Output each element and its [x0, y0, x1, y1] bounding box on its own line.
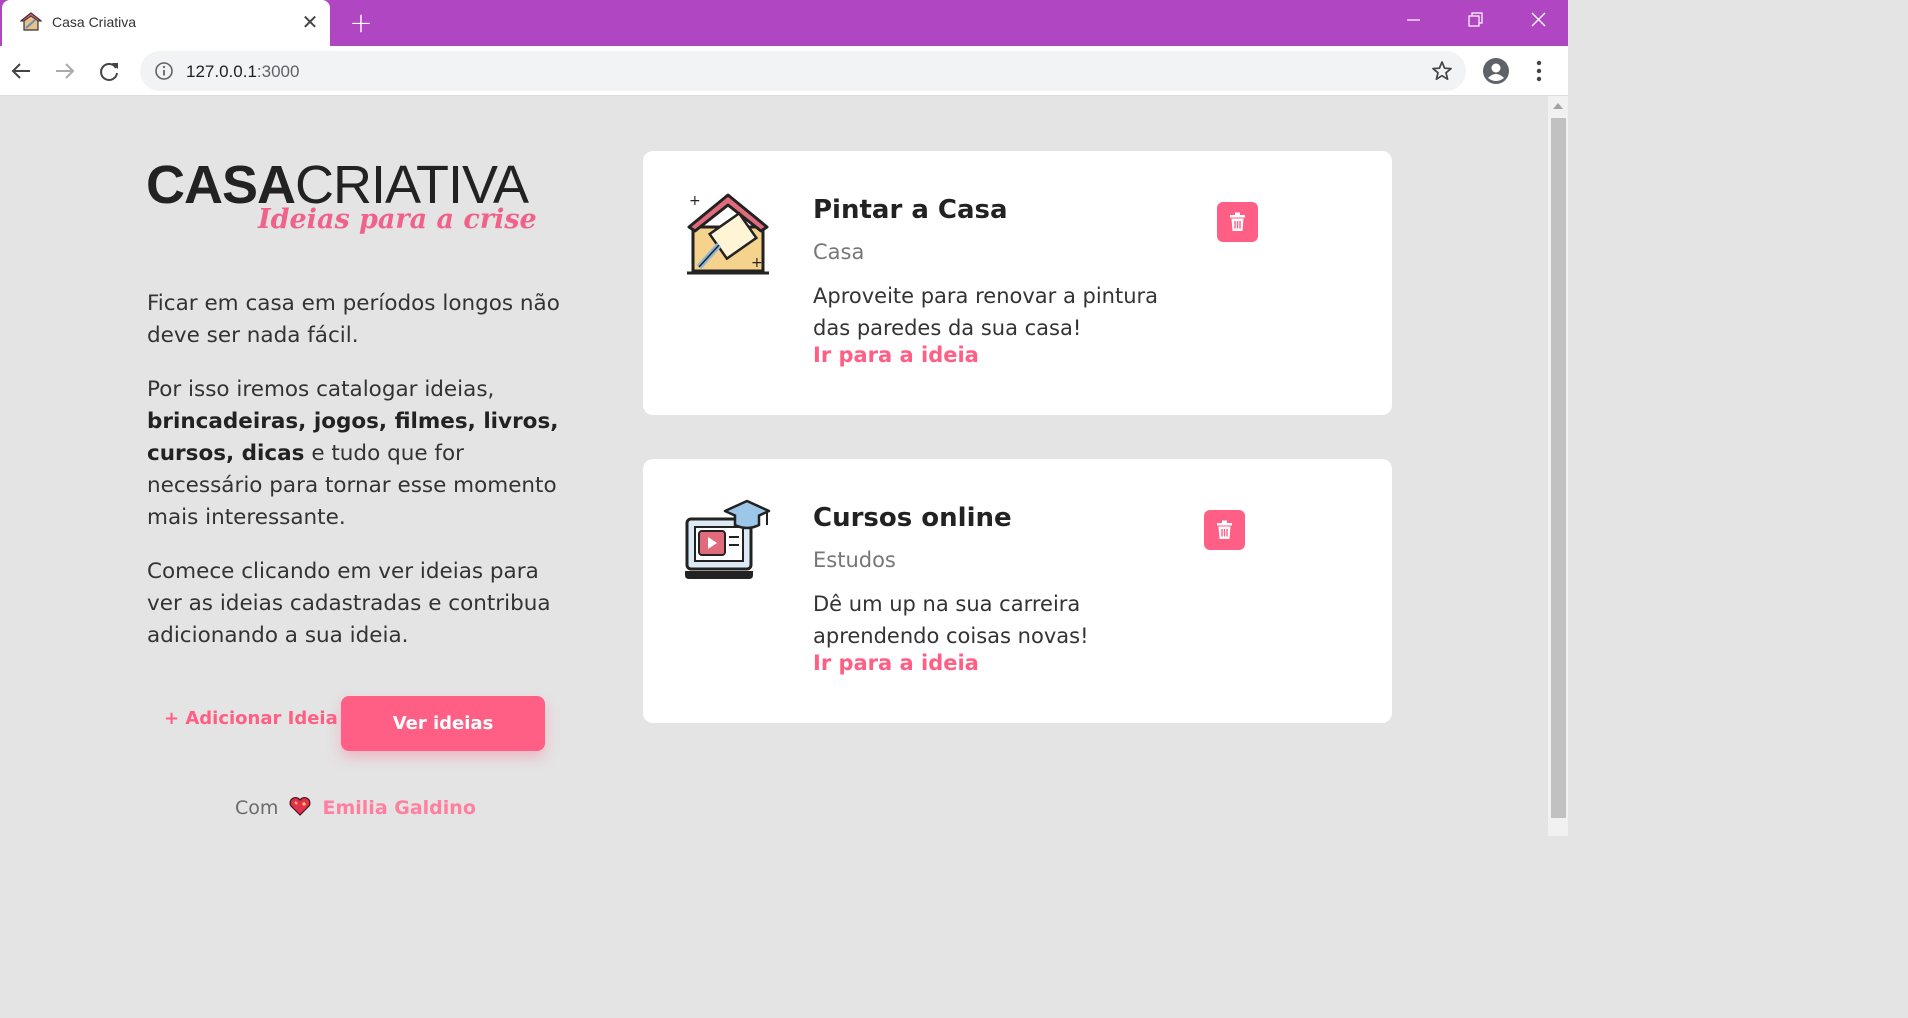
- delete-idea-button[interactable]: [1204, 510, 1245, 550]
- view-ideas-button[interactable]: Ver ideias: [341, 696, 545, 751]
- page-scrollbar[interactable]: [1548, 96, 1568, 836]
- idea-description: Dê um up na sua carreira aprendendo cois…: [813, 592, 1089, 648]
- address-bar[interactable]: 127.0.0.1:3000: [140, 51, 1466, 91]
- idea-description: Aproveite para renovar a pintura das par…: [813, 284, 1159, 340]
- profile-icon[interactable]: [1482, 57, 1510, 85]
- kebab-menu-icon[interactable]: [1528, 58, 1550, 84]
- author-link[interactable]: Emilia Galdino: [323, 797, 476, 819]
- idea-title: Cursos online: [813, 503, 1012, 533]
- reload-icon[interactable]: [94, 56, 124, 86]
- delete-idea-button[interactable]: [1217, 202, 1258, 242]
- house-favicon-icon: [20, 12, 42, 31]
- scrollbar-thumb[interactable]: [1551, 118, 1566, 818]
- restore-icon[interactable]: [1458, 6, 1492, 34]
- browser-tab[interactable]: Casa Criativa ✕: [2, 0, 330, 46]
- credits-prefix: Com: [235, 797, 279, 819]
- browser-toolbar: 127.0.0.1:3000: [0, 46, 1568, 96]
- trash-icon: [1230, 212, 1245, 231]
- window-close-icon[interactable]: [1521, 6, 1555, 34]
- intro-paragraph: Por isso iremos catalogar ideias, brinca…: [147, 377, 559, 530]
- url-text[interactable]: 127.0.0.1:3000: [186, 62, 299, 82]
- logo-tagline: Ideias para a crise: [258, 204, 537, 235]
- page-content: CASACRIATIVA Ideias para a crise Ficar e…: [0, 96, 1548, 836]
- close-icon[interactable]: ✕: [298, 10, 322, 34]
- minimize-icon[interactable]: [1396, 6, 1430, 34]
- trash-icon: [1217, 520, 1232, 539]
- intro-paragraph: Comece clicando em ver ideias para ver a…: [147, 559, 551, 648]
- add-idea-link[interactable]: + Adicionar Ideia: [164, 708, 338, 729]
- svg-text:+: +: [689, 193, 701, 209]
- heart-icon: [289, 797, 311, 816]
- info-icon[interactable]: [154, 61, 174, 81]
- site-logo: CASACRIATIVA Ideias para a crise: [146, 154, 546, 244]
- idea-link[interactable]: Ir para a ideia: [813, 651, 979, 675]
- idea-card: + + Pintar a Casa Casa Aproveite para re…: [643, 151, 1392, 415]
- star-icon[interactable]: [1430, 59, 1454, 83]
- idea-category: Estudos: [813, 548, 896, 572]
- paint-house-icon: + +: [687, 193, 769, 275]
- idea-category: Casa: [813, 240, 865, 264]
- svg-text:+: +: [751, 255, 763, 271]
- forward-icon[interactable]: [50, 56, 80, 86]
- back-icon[interactable]: [6, 56, 36, 86]
- intro-paragraph: Ficar em casa em períodos longos não dev…: [147, 291, 560, 348]
- idea-title: Pintar a Casa: [813, 195, 1008, 225]
- idea-link[interactable]: Ir para a ideia: [813, 343, 979, 367]
- plus-icon[interactable]: +: [346, 8, 376, 38]
- scroll-up-arrow-icon[interactable]: [1552, 100, 1564, 112]
- browser-titlebar: Casa Criativa ✕ +: [0, 0, 1568, 46]
- idea-card: Cursos online Estudos Dê um up na sua ca…: [643, 459, 1392, 723]
- credits: Com Emilia Galdino: [235, 795, 476, 819]
- intro-text: Ficar em casa em períodos longos não dev…: [147, 288, 567, 674]
- tab-title: Casa Criativa: [52, 14, 137, 30]
- online-course-icon: [685, 499, 771, 579]
